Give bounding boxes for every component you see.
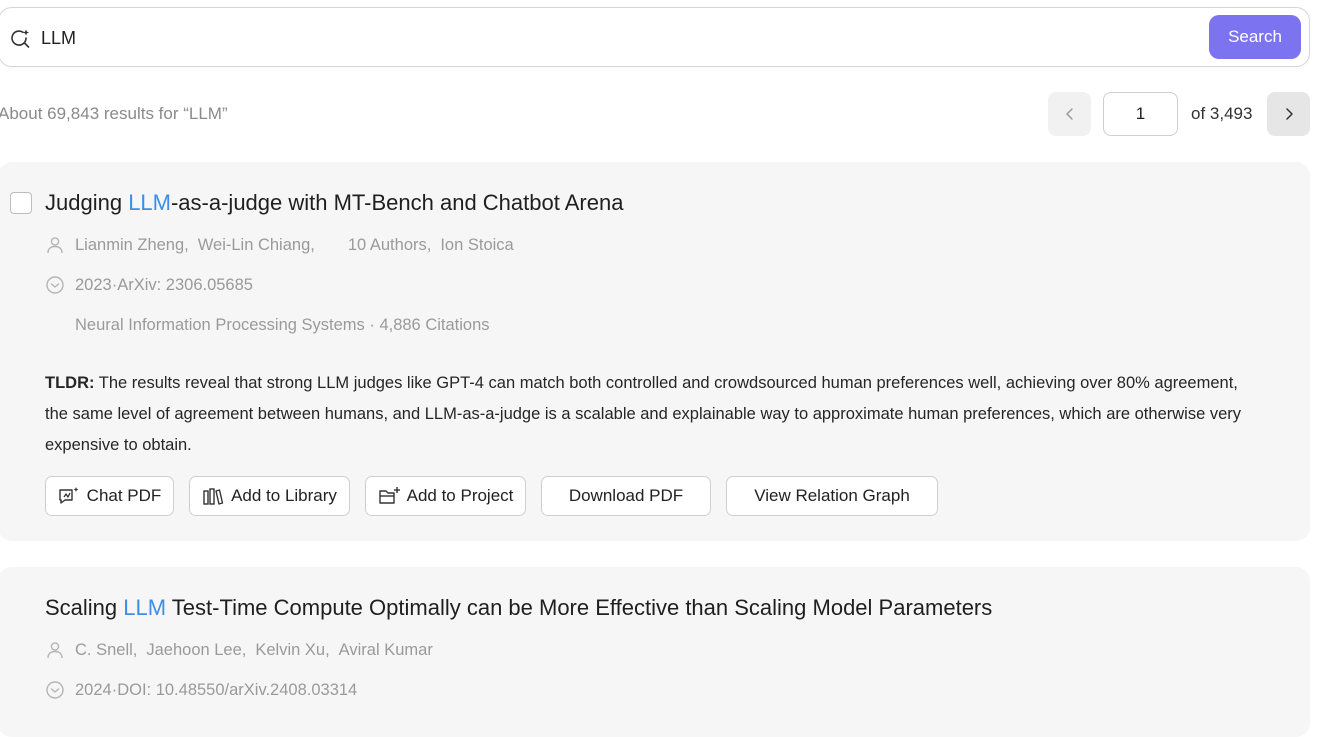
library-icon: [203, 488, 224, 505]
page-number-input[interactable]: [1103, 92, 1178, 136]
tldr-summary: TLDR: The results reveal that strong LLM…: [45, 368, 1265, 461]
title-suffix: Test-Time Compute Optimally can be More …: [166, 595, 993, 620]
paper-title[interactable]: Scaling LLM Test-Time Compute Optimally …: [45, 595, 992, 621]
chevron-right-icon: [1285, 108, 1293, 120]
search-bar: Search: [0, 7, 1310, 67]
paper-title[interactable]: Judging LLM-as-a-judge with MT-Bench and…: [45, 190, 623, 216]
search-input[interactable]: [41, 24, 1141, 52]
select-checkbox[interactable]: [10, 192, 32, 214]
clock-icon: [46, 276, 64, 294]
title-highlight: LLM: [123, 595, 167, 620]
result-card: Scaling LLM Test-Time Compute Optimally …: [0, 567, 1310, 737]
tldr-label: TLDR:: [45, 374, 95, 392]
more-authors[interactable]: 10 Authors,: [348, 236, 431, 255]
add-to-project-button[interactable]: Add to Project: [365, 476, 526, 516]
authors-row: C. Snell, Jaehoon Lee, Kelvin Xu, Aviral…: [45, 638, 433, 662]
prev-page-button[interactable]: [1048, 92, 1091, 136]
view-relation-graph-button[interactable]: View Relation Graph: [726, 476, 938, 516]
title-suffix: -as-a-judge with MT-Bench and Chatbot Ar…: [170, 190, 624, 215]
author-name[interactable]: Aviral Kumar: [339, 641, 433, 660]
venue-citations-text: Neural Information Processing Systems · …: [75, 315, 490, 334]
chevron-left-icon: [1065, 108, 1073, 120]
add-to-library-button[interactable]: Add to Library: [189, 476, 350, 516]
authors-row: Lianmin Zheng, Wei-Lin Chiang, 10 Author…: [45, 233, 514, 257]
results-count: About 69,843 results for “LLM”: [0, 104, 228, 123]
search-sparkle-icon: [11, 29, 30, 48]
tldr-text: The results reveal that strong LLM judge…: [45, 374, 1242, 454]
author-name[interactable]: Lianmin Zheng,: [75, 236, 189, 255]
date-source-row: 2024·DOI: 10.48550/arXiv.2408.03314: [45, 678, 357, 702]
venue-citations: Neural Information Processing Systems · …: [75, 313, 490, 337]
date-source-row: 2023·ArXiv: 2306.05685: [45, 273, 253, 297]
chat-pdf-button[interactable]: Chat PDF: [45, 476, 174, 516]
folder-add-icon: [378, 487, 400, 504]
date-source: 2024·DOI: 10.48550/arXiv.2408.03314: [75, 680, 358, 699]
user-icon: [47, 642, 63, 659]
add-to-library-label: Add to Library: [231, 486, 337, 505]
clock-icon: [46, 681, 64, 699]
author-name[interactable]: Wei-Lin Chiang,: [198, 236, 315, 255]
title-prefix: Scaling: [45, 595, 124, 620]
next-page-button[interactable]: [1267, 92, 1310, 136]
author-name[interactable]: C. Snell,: [75, 641, 137, 660]
page-total: of 3,493: [1191, 104, 1253, 123]
download-pdf-label: Download PDF: [568, 486, 684, 505]
user-icon: [47, 237, 63, 254]
title-highlight: LLM: [128, 190, 171, 215]
author-name[interactable]: Kelvin Xu,: [255, 641, 329, 660]
download-pdf-button[interactable]: Download PDF: [541, 476, 711, 516]
chat-pdf-icon: [58, 487, 79, 504]
chat-pdf-label: Chat PDF: [86, 486, 162, 505]
title-prefix: Judging: [45, 190, 129, 215]
result-card: Judging LLM-as-a-judge with MT-Bench and…: [0, 162, 1310, 541]
author-name[interactable]: Jaehoon Lee,: [146, 641, 246, 660]
author-name[interactable]: Ion Stoica: [440, 236, 513, 255]
add-to-project-label: Add to Project: [406, 486, 514, 505]
search-button[interactable]: Search: [1209, 15, 1301, 59]
date-source: 2023·ArXiv: 2306.05685: [75, 275, 253, 294]
view-relation-graph-label: View Relation Graph: [754, 486, 910, 505]
